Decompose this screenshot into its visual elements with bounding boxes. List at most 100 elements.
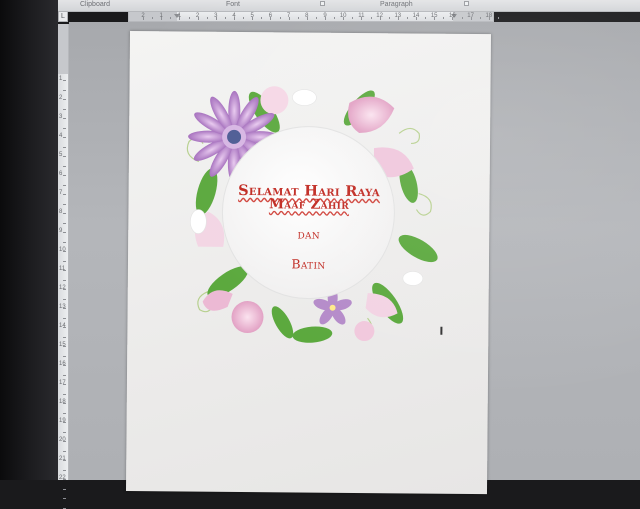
ruler-tick: [224, 17, 226, 19]
ruler-number: 12: [376, 13, 383, 19]
ruler-number: 14: [412, 13, 420, 19]
ruler-tick: [63, 507, 66, 509]
ruler-number: 12: [59, 285, 66, 291]
ruler-number: 9: [59, 228, 63, 234]
ruler-number: 5: [250, 13, 254, 19]
ruler-tick: [388, 17, 390, 19]
ruler-number: 17: [467, 13, 474, 19]
ribbon-group-clipboard[interactable]: Clipboard: [80, 1, 110, 8]
ruler-tick: [63, 450, 66, 452]
ruler-number: 5: [59, 152, 63, 158]
ruler-tick: [63, 241, 66, 243]
ruler-number: 7: [59, 190, 63, 196]
ruler-tick: [63, 175, 66, 176]
ruler-tick: [63, 336, 66, 338]
ruler-tick: [461, 17, 463, 19]
greeting-line-3[interactable]: dan: [128, 225, 489, 243]
ruler-tick: [63, 279, 66, 281]
ruler-tick: [188, 17, 190, 19]
ruler-number: 1: [59, 76, 63, 82]
ruler-number: 3: [59, 114, 63, 120]
ribbon-group-paragraph[interactable]: Paragraph: [380, 1, 413, 8]
ribbon-group-font[interactable]: Font: [226, 1, 240, 8]
ruler-number: 3: [214, 13, 218, 19]
ruler-number: 9: [323, 13, 327, 19]
ruler-number: 2: [141, 13, 145, 19]
ruler-tick: [279, 17, 281, 19]
ruler-tick: [63, 469, 66, 471]
ruler-tick: [63, 80, 66, 81]
ruler-number: 4: [232, 13, 236, 19]
ruler-number: 1: [177, 13, 182, 19]
ruler-number: 8: [59, 209, 63, 215]
ruler-number: 17: [59, 380, 66, 386]
ruler-tick: [63, 232, 66, 233]
ruler-tick: [406, 17, 408, 19]
greeting-line-4[interactable]: Batin: [128, 255, 489, 273]
ruler-number: 20: [59, 437, 66, 443]
ruler-number: 21: [59, 456, 66, 462]
ruler-top-margin: [58, 24, 68, 74]
ruler-tick: [63, 355, 66, 357]
ruler-tick: [63, 393, 66, 395]
ruler-tick: [63, 260, 66, 262]
greeting-line-2[interactable]: Maaf Zahir: [128, 195, 489, 214]
tab-selector-button[interactable]: L: [58, 11, 68, 22]
ruler-number: 4: [59, 133, 63, 139]
ruler-number: 15: [59, 342, 66, 348]
document-page[interactable]: Selamat Hari Raya Maaf Zahir dan Batin: [125, 31, 491, 495]
ruler-tick: [334, 17, 336, 19]
ruler-number: 1: [159, 13, 163, 19]
ruler-number: 14: [59, 323, 66, 329]
monitor-bezel-left: [0, 0, 58, 480]
ruler-number: 2: [195, 13, 200, 19]
ruler-number: 19: [59, 418, 66, 424]
ruler-tick: [63, 213, 66, 214]
ruler-tick: [63, 127, 66, 129]
ruler-tick: [63, 498, 66, 499]
ruler-tick: [63, 184, 66, 186]
ruler-tick: [63, 222, 66, 224]
ruler-number: 16: [59, 361, 66, 367]
ruler-number: 6: [59, 171, 63, 177]
ruler-tick: [170, 17, 172, 19]
ruler-number: 10: [59, 247, 66, 253]
font-dialog-launcher-icon[interactable]: [320, 1, 325, 6]
ruler-tick: [243, 17, 245, 19]
ruler-tick: [443, 17, 445, 19]
ruler-tick: [63, 488, 66, 490]
ruler-number: 6: [268, 13, 273, 19]
ruler-tick: [297, 17, 299, 19]
ruler-number: 22: [59, 475, 66, 481]
ruler-tick: [152, 17, 154, 19]
ruler-tick: [63, 374, 66, 376]
ruler-number: 8: [305, 13, 309, 19]
ruler-tick: [63, 99, 66, 100]
ruler-tick: [497, 17, 499, 19]
paragraph-dialog-launcher-icon[interactable]: [464, 1, 469, 6]
ruler-number: 15: [430, 13, 438, 19]
ruler-number: 11: [358, 13, 365, 19]
ruler-tick: [63, 89, 66, 91]
ruler-tick: [63, 156, 66, 157]
ruler-number: 13: [394, 13, 402, 19]
ruler-number: 18: [485, 13, 493, 19]
ruler-tick: [425, 17, 427, 19]
ruler-number: 16: [449, 13, 456, 19]
horizontal-ruler[interactable]: 2 1 1 2 3 4 5 6 7 8 9 10 11 12 13 14 15 16 17 18: [128, 11, 499, 22]
ruler-tick: [261, 17, 263, 19]
ruler-number: 11: [59, 266, 66, 272]
ruler-tick: [315, 17, 317, 19]
vertical-ruler[interactable]: 1 2 3 4 5 6 7 8 9 10 11 12 13 14 15 16 17 18 19 20 21 22: [58, 24, 69, 509]
ruler-tick: [206, 17, 208, 19]
ruler-tick: [63, 203, 66, 205]
ruler-number: 7: [286, 13, 291, 19]
ruler-tick: [63, 118, 66, 119]
ruler-tick: [63, 194, 66, 195]
ruler-tick: [63, 108, 66, 110]
ruler-tick: [63, 412, 66, 414]
ruler-tick: [479, 17, 481, 19]
ruler-number: 18: [59, 399, 66, 405]
ruler-tick: [63, 431, 66, 433]
ruler-number: 2: [59, 95, 63, 101]
